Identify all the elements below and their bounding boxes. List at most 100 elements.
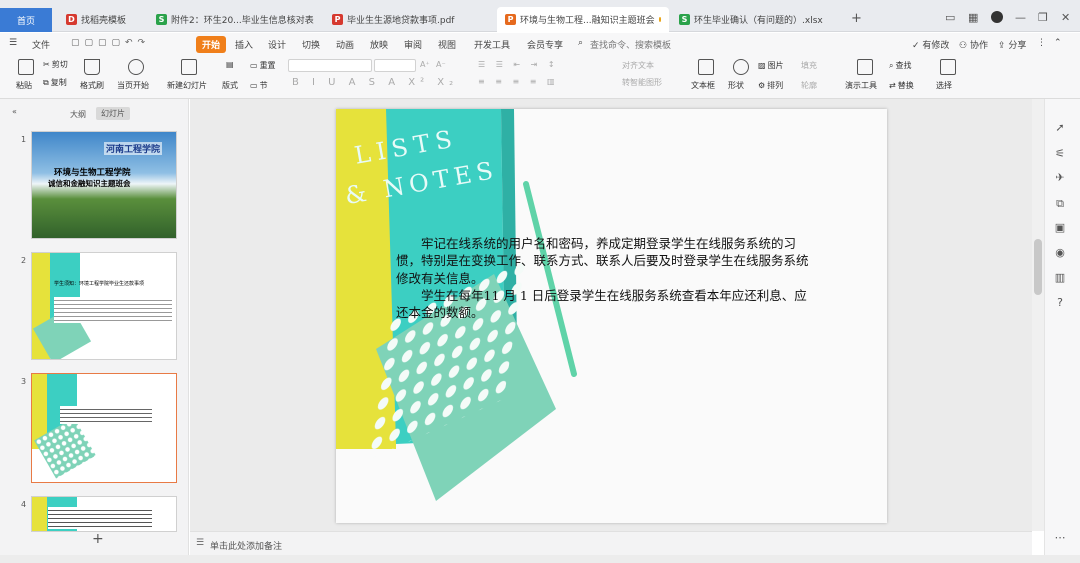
replace-button[interactable]: ⇄ 替换 bbox=[889, 80, 914, 91]
menu-review[interactable]: 审阅 bbox=[404, 38, 422, 51]
menu-developer[interactable]: 开发工具 bbox=[474, 38, 510, 51]
rocket-icon[interactable]: ➚ bbox=[1053, 121, 1067, 135]
vertical-scrollbar[interactable] bbox=[1032, 99, 1044, 531]
font-size-up-button[interactable]: A⁺ bbox=[420, 60, 430, 69]
slide-sidebar: « 大纲 幻灯片 1 河南工程学院 环境与生物工程学院 诚信和金融知识主题班会 … bbox=[0, 99, 189, 563]
layout-button[interactable]: 版式 bbox=[222, 80, 238, 91]
search-icon[interactable]: ⌕ bbox=[578, 38, 583, 48]
menu-file[interactable]: 文件 bbox=[32, 38, 50, 51]
spreadsheet-icon: S bbox=[156, 14, 167, 25]
reset-button[interactable]: ▭ 重置 bbox=[250, 60, 276, 71]
share-button[interactable]: ⇪ 分享 bbox=[998, 38, 1026, 51]
notes-pane[interactable]: ☰ 单击此处添加备注 bbox=[190, 531, 1032, 555]
text-box-button[interactable]: 文本框 bbox=[691, 80, 715, 91]
slide-thumbnail-3[interactable] bbox=[31, 373, 177, 483]
cut-button[interactable]: ✂ 剪切 bbox=[43, 59, 68, 70]
modify-button[interactable]: ✓ 有修改 bbox=[912, 38, 949, 51]
tab-bar: 首页 D 找稻壳模板 S 附件2：环生20...毕业生信息核对表 P 毕业生生源… bbox=[0, 0, 1080, 32]
new-slide-button[interactable]: 新建幻灯片 bbox=[167, 80, 207, 91]
menu-design[interactable]: 设计 bbox=[268, 38, 286, 51]
picture-button[interactable]: ▨ 图片 bbox=[758, 60, 784, 71]
paragraph-2: 学生在每年11 月 1 日后登录学生在线服务系统查看本年应还利息、应还本金的数额… bbox=[396, 287, 807, 320]
arrange-button[interactable]: ⚙ 排列 bbox=[758, 80, 783, 91]
new-tab-button[interactable]: + bbox=[851, 11, 862, 26]
format-painter-button[interactable]: 格式刷 bbox=[80, 80, 104, 91]
font-name-dropdown[interactable] bbox=[288, 59, 372, 72]
replace-icon: ⇄ bbox=[889, 81, 896, 90]
select-button[interactable]: 选择 bbox=[936, 80, 952, 91]
shape-button[interactable]: 形状 bbox=[728, 80, 744, 91]
text-align-button[interactable]: 对齐文本 bbox=[622, 60, 654, 71]
fill-button[interactable]: 填充 bbox=[801, 60, 817, 71]
location-icon[interactable]: ◉ bbox=[1053, 246, 1067, 260]
paste-icon[interactable] bbox=[18, 59, 34, 75]
close-icon[interactable]: ✕ bbox=[1061, 11, 1070, 24]
grid-icon[interactable]: ▦ bbox=[968, 11, 978, 24]
layout-icon[interactable]: ▤ bbox=[226, 60, 234, 69]
align-buttons[interactable]: ≡ ≡ ≡ ≡ ▥ bbox=[478, 77, 559, 86]
tab-excel-attachment[interactable]: S 附件2：环生20...毕业生信息核对表 bbox=[148, 7, 323, 32]
slide-thumbnail-4[interactable] bbox=[31, 496, 177, 532]
text-format-buttons[interactable]: B I U A S A X² X₂ bbox=[292, 77, 458, 88]
slide-thumbnail-2[interactable]: 学生须知：环境工程学院毕业生还款事项 bbox=[31, 252, 177, 360]
format-painter-icon[interactable] bbox=[84, 59, 100, 75]
more-icon[interactable]: ⋯ bbox=[1053, 531, 1067, 545]
to-smartart-button[interactable]: 转智能图形 bbox=[622, 77, 662, 88]
tab-presentation[interactable]: P 环境与生物工程...融知识主题班会 bbox=[497, 7, 669, 32]
select-icon[interactable] bbox=[940, 59, 956, 75]
new-slide-icon[interactable] bbox=[181, 59, 197, 75]
menu-start[interactable]: 开始 bbox=[196, 36, 227, 53]
copy-icon[interactable]: ⧉ bbox=[1053, 197, 1067, 211]
menu-member[interactable]: 会员专享 bbox=[527, 38, 563, 51]
outline-button[interactable]: 轮廓 bbox=[801, 80, 817, 91]
quick-access-icons[interactable]: ▢▢▢▢↶↷ bbox=[71, 38, 150, 48]
minimize-icon[interactable]: — bbox=[1015, 11, 1026, 24]
command-search[interactable]: 查找命令、搜索模板 bbox=[590, 38, 671, 51]
tab-template[interactable]: D 找稻壳模板 bbox=[58, 7, 144, 32]
presentation-tools-icon[interactable] bbox=[857, 59, 873, 75]
tab-home[interactable]: 首页 bbox=[0, 8, 52, 32]
picture-icon: ▨ bbox=[758, 61, 766, 70]
menu-transition[interactable]: 切换 bbox=[302, 38, 320, 51]
list-buttons[interactable]: ☰ ☰ ⇤ ⇥ ↕ bbox=[478, 60, 559, 69]
from-current-button[interactable]: 当页开始 bbox=[117, 80, 149, 91]
presentation-tools-button[interactable]: 演示工具 bbox=[845, 80, 877, 91]
menu-view[interactable]: 视图 bbox=[438, 38, 456, 51]
section-button[interactable]: ▭ 节 bbox=[250, 80, 268, 91]
font-size-down-button[interactable]: A⁻ bbox=[436, 60, 446, 69]
copy-button[interactable]: ⧉ 复制 bbox=[43, 77, 67, 88]
help-icon[interactable]: ? bbox=[1053, 296, 1067, 310]
magnifier-icon: ⌕ bbox=[889, 60, 894, 70]
play-icon[interactable] bbox=[128, 59, 144, 75]
slide-thumbnail-1[interactable]: 河南工程学院 环境与生物工程学院 诚信和金融知识主题班会 bbox=[31, 131, 177, 239]
paste-button[interactable]: 粘贴 bbox=[16, 80, 32, 91]
menu-animation[interactable]: 动画 bbox=[336, 38, 354, 51]
collapse-sidebar-icon[interactable]: « bbox=[12, 107, 17, 116]
collaborate-button[interactable]: ⚇ 协作 bbox=[959, 38, 988, 51]
menu-slideshow[interactable]: 放映 bbox=[370, 38, 388, 51]
more-icon[interactable]: ⋮ bbox=[1037, 38, 1046, 48]
font-size-dropdown[interactable] bbox=[374, 59, 416, 72]
restore-icon[interactable]: ❐ bbox=[1038, 11, 1048, 24]
ribbon: 粘贴 ✂ 剪切 ⧉ 复制 格式刷 当页开始 新建幻灯片 ▤ 版式 ▭ 重置 ▭ 节 A⁺… bbox=[0, 55, 1080, 99]
collapse-ribbon-icon[interactable]: ⌃ bbox=[1054, 38, 1062, 48]
image-icon[interactable]: ▣ bbox=[1053, 221, 1067, 235]
tab-xlsx[interactable]: S 环生毕业确认（有问题的）.xlsx bbox=[671, 7, 836, 32]
layout-icon[interactable]: ▭ bbox=[945, 11, 955, 24]
add-slide-button[interactable]: + bbox=[92, 531, 104, 547]
tab-outline[interactable]: 大纲 bbox=[70, 109, 86, 120]
tab-pdf[interactable]: P 毕业生生源地贷款事项.pdf bbox=[324, 7, 494, 32]
avatar[interactable] bbox=[991, 11, 1003, 23]
hamburger-icon[interactable]: ☰ bbox=[9, 38, 17, 48]
book-icon[interactable]: ▥ bbox=[1053, 271, 1067, 285]
scrollbar-thumb[interactable] bbox=[1034, 239, 1042, 295]
slide-text-box[interactable]: 牢记在线系统的用户名和密码，养成定期登录学生在线服务系统的习惯，特别是在变换工作… bbox=[396, 235, 816, 321]
menu-insert[interactable]: 插入 bbox=[235, 38, 253, 51]
text-box-icon[interactable] bbox=[698, 59, 714, 75]
adjust-icon[interactable]: ⚟ bbox=[1053, 147, 1067, 161]
shape-icon[interactable] bbox=[733, 59, 749, 75]
pin-icon[interactable]: ✈ bbox=[1053, 171, 1067, 185]
find-button[interactable]: ⌕ 查找 bbox=[889, 60, 911, 71]
current-slide[interactable]: LISTS & NOTES 牢记在线系统的用户名和密码，养成定期登录学生在线服务… bbox=[336, 109, 887, 523]
tab-slides[interactable]: 幻灯片 bbox=[96, 107, 130, 120]
